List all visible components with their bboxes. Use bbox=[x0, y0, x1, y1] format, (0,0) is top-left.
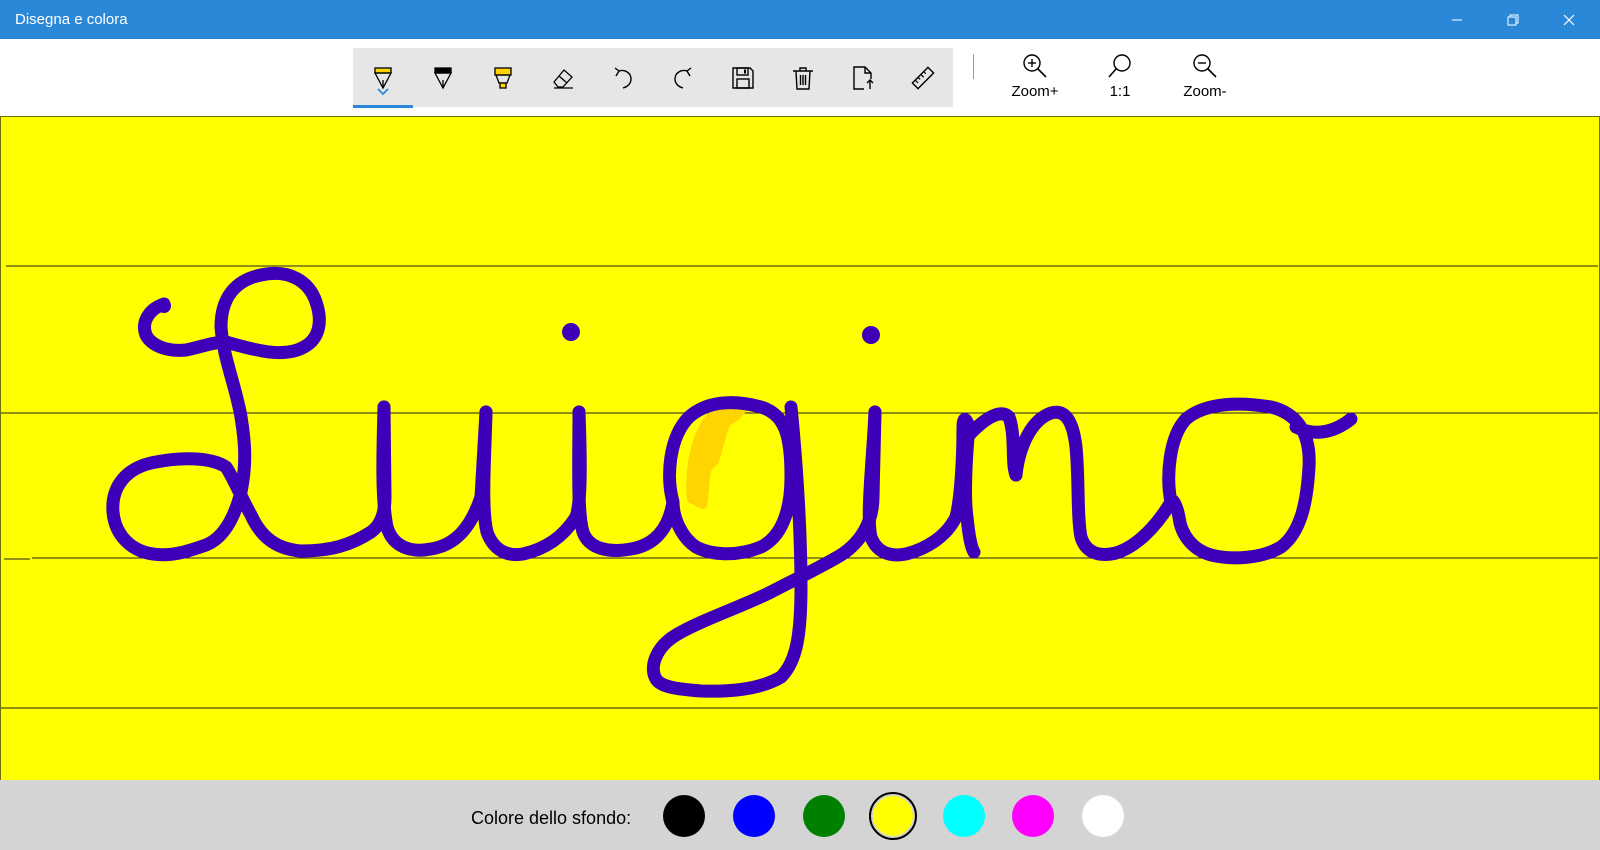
swatch-blue[interactable] bbox=[733, 795, 775, 837]
pen-black-button[interactable] bbox=[413, 48, 473, 107]
background-color-label: Colore dello sfondo: bbox=[471, 808, 632, 828]
restore-button[interactable] bbox=[1485, 0, 1541, 39]
save-button[interactable] bbox=[713, 48, 773, 107]
zoom-in-label: Zoom+ bbox=[1011, 83, 1059, 100]
save-icon bbox=[732, 66, 754, 89]
toolbar: Zoom+ 1:1 Zoom- bbox=[0, 39, 1600, 117]
window-title: Disegna e colora bbox=[15, 11, 128, 28]
swatch-yellow[interactable] bbox=[869, 792, 917, 840]
redo-icon bbox=[674, 66, 692, 89]
ruler-icon bbox=[911, 65, 935, 90]
highlight-stroke bbox=[686, 405, 747, 509]
ruler-button[interactable] bbox=[893, 48, 953, 107]
toolbar-separator bbox=[973, 54, 974, 79]
trash-icon bbox=[793, 66, 813, 90]
zoom-in-icon bbox=[1023, 54, 1047, 78]
pen-yellow-button[interactable] bbox=[353, 48, 413, 108]
restore-icon bbox=[1507, 14, 1519, 25]
undo-button[interactable] bbox=[593, 48, 653, 107]
delete-button[interactable] bbox=[773, 48, 833, 107]
export-icon bbox=[853, 65, 874, 90]
swatch-white[interactable] bbox=[1082, 795, 1124, 837]
pen-yellow-icon bbox=[373, 66, 393, 89]
chevron-down-icon bbox=[377, 88, 389, 96]
zoom-reset-label: 1:1 bbox=[1109, 83, 1131, 100]
i-dot-1 bbox=[562, 323, 580, 341]
drawing-tools bbox=[353, 48, 953, 108]
swatch-cyan[interactable] bbox=[943, 795, 985, 837]
drawing-canvas[interactable] bbox=[0, 116, 1600, 781]
highlighter-button[interactable] bbox=[473, 48, 533, 107]
title-bar: Disegna e colora bbox=[0, 0, 1600, 39]
zoom-out-button[interactable]: Zoom- bbox=[1170, 53, 1240, 113]
handwriting-luigino bbox=[106, 267, 1358, 698]
zoom-reset-button[interactable]: 1:1 bbox=[1085, 53, 1155, 113]
close-icon bbox=[1563, 14, 1575, 25]
pen-black-icon bbox=[433, 66, 453, 89]
close-button[interactable] bbox=[1541, 0, 1597, 39]
l-start-dot bbox=[157, 299, 171, 313]
i-dot-2 bbox=[862, 326, 880, 344]
eraser-button[interactable] bbox=[533, 48, 593, 107]
highlighter-icon bbox=[494, 66, 512, 89]
zoom-in-button[interactable]: Zoom+ bbox=[1000, 53, 1070, 113]
minimize-icon bbox=[1452, 19, 1462, 20]
undo-icon bbox=[614, 66, 632, 89]
minimize-button[interactable] bbox=[1429, 0, 1485, 39]
zoom-out-icon bbox=[1193, 54, 1217, 78]
zoom-reset-icon bbox=[1108, 54, 1131, 78]
redo-button[interactable] bbox=[653, 48, 713, 107]
app-window: Disegna e colora Zoom+ 1:1 Zoom- Colore … bbox=[0, 0, 1600, 850]
swatch-magenta[interactable] bbox=[1012, 795, 1054, 837]
zoom-out-label: Zoom- bbox=[1183, 83, 1227, 100]
swatch-green[interactable] bbox=[803, 795, 845, 837]
canvas-drawing bbox=[1, 265, 1598, 709]
swatch-black[interactable] bbox=[663, 795, 705, 837]
export-button[interactable] bbox=[833, 48, 893, 107]
background-color-bar: Colore dello sfondo: bbox=[0, 780, 1600, 850]
eraser-icon bbox=[553, 68, 573, 89]
